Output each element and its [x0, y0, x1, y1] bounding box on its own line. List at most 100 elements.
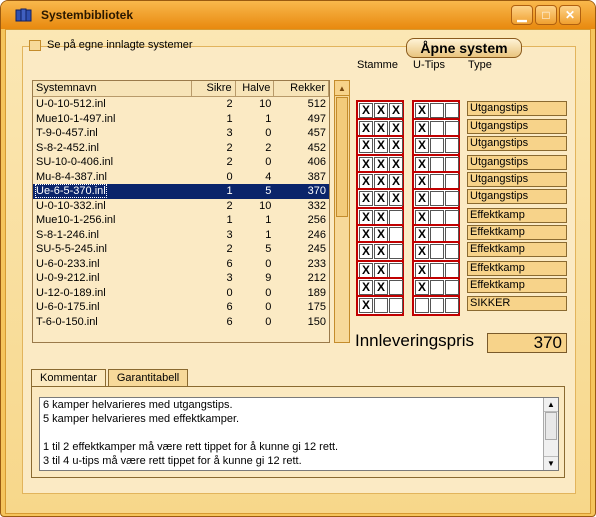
- stamme-cell[interactable]: X: [374, 138, 388, 153]
- table-row[interactable]: S-8-2-452.inl 2 2 452: [33, 141, 329, 156]
- utips-cell[interactable]: X: [415, 191, 429, 206]
- close-button[interactable]: ✕: [559, 5, 581, 25]
- comment-textarea[interactable]: 6 kamper helvarieres med utgangstips. 5 k…: [39, 397, 559, 471]
- table-row[interactable]: Mue10-1-497.inl 1 1 497: [33, 112, 329, 127]
- scroll-thumb[interactable]: [545, 412, 557, 440]
- utips-cell[interactable]: X: [415, 227, 429, 242]
- utips-cell[interactable]: [445, 174, 459, 189]
- table-row[interactable]: U-0-10-512.inl 2 10 512: [33, 97, 329, 112]
- utips-cell[interactable]: [445, 138, 459, 153]
- stamme-cell[interactable]: X: [374, 227, 388, 242]
- table-row[interactable]: U-12-0-189.inl 0 0 189: [33, 286, 329, 301]
- minimize-button[interactable]: ▁: [511, 5, 533, 25]
- utips-cell[interactable]: [430, 103, 444, 118]
- stamme-cell[interactable]: [389, 263, 403, 278]
- scroll-up-arrow-icon[interactable]: ▲: [544, 398, 558, 412]
- utips-cell[interactable]: [445, 103, 459, 118]
- stamme-cell[interactable]: X: [374, 263, 388, 278]
- col-header-sikre[interactable]: Sikre: [192, 81, 236, 96]
- stamme-cell[interactable]: [389, 280, 403, 295]
- utips-cell[interactable]: X: [415, 244, 429, 259]
- list-scrollbar[interactable]: ▲: [334, 80, 350, 343]
- col-header-rekker[interactable]: Rekker: [274, 81, 329, 96]
- utips-cell[interactable]: X: [415, 280, 429, 295]
- comment-scrollbar[interactable]: ▲ ▼: [543, 398, 558, 470]
- stamme-cell[interactable]: X: [359, 191, 373, 206]
- utips-cell[interactable]: [430, 174, 444, 189]
- table-row[interactable]: T-6-0-150.inl 6 0 150: [33, 315, 329, 330]
- stamme-cell[interactable]: [389, 227, 403, 242]
- utips-cell[interactable]: [445, 298, 459, 313]
- col-header-halve[interactable]: Halve: [236, 81, 275, 96]
- stamme-cell[interactable]: X: [389, 157, 403, 172]
- stamme-cell[interactable]: X: [359, 298, 373, 313]
- utips-cell[interactable]: [445, 280, 459, 295]
- stamme-cell[interactable]: X: [389, 174, 403, 189]
- utips-cell[interactable]: [430, 280, 444, 295]
- own-systems-checkbox[interactable]: [29, 39, 41, 51]
- utips-cell[interactable]: X: [415, 103, 429, 118]
- stamme-cell[interactable]: X: [374, 210, 388, 225]
- utips-cell[interactable]: X: [415, 138, 429, 153]
- scroll-up-arrow-icon[interactable]: ▲: [335, 81, 349, 96]
- utips-cell[interactable]: [430, 138, 444, 153]
- table-row[interactable]: U-0-9-212.inl 3 9 212: [33, 271, 329, 286]
- col-header-name[interactable]: Systemnavn: [33, 81, 192, 96]
- utips-cell[interactable]: [445, 244, 459, 259]
- table-row[interactable]: U-6-0-175.inl 6 0 175: [33, 300, 329, 315]
- utips-cell[interactable]: X: [415, 157, 429, 172]
- stamme-cell[interactable]: X: [374, 103, 388, 118]
- table-row[interactable]: SU-10-0-406.inl 2 0 406: [33, 155, 329, 170]
- stamme-cell[interactable]: X: [389, 121, 403, 136]
- stamme-cell[interactable]: X: [359, 174, 373, 189]
- stamme-cell[interactable]: X: [374, 191, 388, 206]
- scroll-down-arrow-icon[interactable]: ▼: [544, 456, 558, 470]
- stamme-cell[interactable]: [389, 244, 403, 259]
- utips-cell[interactable]: X: [415, 210, 429, 225]
- stamme-cell[interactable]: [389, 210, 403, 225]
- utips-cell[interactable]: [430, 191, 444, 206]
- stamme-cell[interactable]: X: [359, 138, 373, 153]
- stamme-cell[interactable]: X: [374, 174, 388, 189]
- maximize-button[interactable]: □: [535, 5, 557, 25]
- utips-cell[interactable]: X: [415, 121, 429, 136]
- utips-cell[interactable]: [430, 227, 444, 242]
- table-row[interactable]: SU-5-5-245.inl 2 5 245: [33, 242, 329, 257]
- utips-cell[interactable]: [445, 210, 459, 225]
- utips-cell[interactable]: [445, 227, 459, 242]
- stamme-cell[interactable]: X: [374, 157, 388, 172]
- utips-cell[interactable]: X: [415, 263, 429, 278]
- stamme-cell[interactable]: X: [359, 244, 373, 259]
- utips-cell[interactable]: [445, 191, 459, 206]
- table-row[interactable]: U-0-10-332.inl 2 10 332: [33, 199, 329, 214]
- tab-kommentar[interactable]: Kommentar: [31, 369, 106, 387]
- utips-cell[interactable]: [445, 121, 459, 136]
- stamme-cell[interactable]: X: [389, 191, 403, 206]
- stamme-cell[interactable]: X: [389, 138, 403, 153]
- stamme-cell[interactable]: X: [374, 244, 388, 259]
- table-row[interactable]: S-8-1-246.inl 3 1 246: [33, 228, 329, 243]
- table-row[interactable]: Mue10-1-256.inl 1 1 256: [33, 213, 329, 228]
- utips-cell[interactable]: [430, 157, 444, 172]
- open-system-button[interactable]: Åpne system: [406, 38, 522, 58]
- title-bar[interactable]: Systembibliotek ▁ □ ✕: [1, 1, 595, 29]
- stamme-cell[interactable]: X: [389, 103, 403, 118]
- utips-cell[interactable]: [430, 121, 444, 136]
- stamme-cell[interactable]: X: [359, 280, 373, 295]
- utips-cell[interactable]: X: [415, 174, 429, 189]
- stamme-cell[interactable]: X: [359, 121, 373, 136]
- utips-cell[interactable]: [430, 244, 444, 259]
- tab-garantitabell[interactable]: Garantitabell: [107, 369, 189, 387]
- system-list[interactable]: Systemnavn Sikre Halve Rekker U-0-10-512…: [32, 80, 330, 343]
- utips-cell[interactable]: [445, 157, 459, 172]
- own-systems-option[interactable]: Se på egne innlagte systemer: [29, 39, 193, 51]
- table-row[interactable]: Ue-6-5-370.inl 1 5 370: [33, 184, 329, 199]
- utips-cell[interactable]: [415, 298, 429, 313]
- stamme-cell[interactable]: [374, 298, 388, 313]
- table-row[interactable]: U-6-0-233.inl 6 0 233: [33, 257, 329, 272]
- table-row[interactable]: T-9-0-457.inl 3 0 457: [33, 126, 329, 141]
- stamme-cell[interactable]: X: [359, 263, 373, 278]
- table-row[interactable]: Mu-8-4-387.inl 0 4 387: [33, 170, 329, 185]
- stamme-cell[interactable]: X: [359, 103, 373, 118]
- stamme-cell[interactable]: X: [374, 121, 388, 136]
